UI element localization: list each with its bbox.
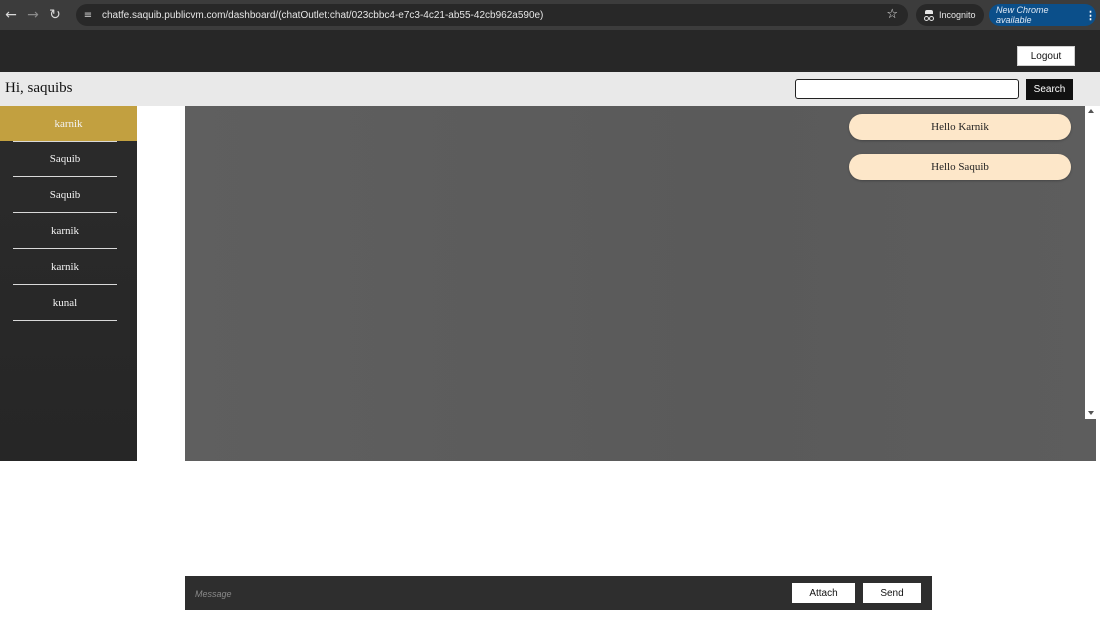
attach-button[interactable]: Attach: [792, 583, 855, 603]
incognito-badge[interactable]: Incognito: [916, 4, 984, 26]
logout-button[interactable]: Logout: [1017, 46, 1075, 66]
incognito-label: Incognito: [939, 10, 976, 20]
address-bar[interactable]: ≡ chatfe.saquib.publicvm.com/dashboard/(…: [76, 4, 908, 26]
chrome-update-button[interactable]: New Chrome available ⋮: [989, 4, 1096, 26]
contact-item-active[interactable]: karnik: [0, 106, 137, 141]
reload-icon[interactable]: ↻: [44, 4, 66, 26]
star-icon[interactable]: ☆: [886, 7, 898, 22]
contact-item[interactable]: Saquib: [13, 142, 117, 177]
contact-item[interactable]: kunal: [13, 286, 117, 321]
message-bubble: Hello Karnik: [849, 114, 1071, 140]
back-arrow-icon[interactable]: ←: [0, 4, 22, 26]
message-composer: Attach Send: [185, 576, 932, 610]
incognito-icon: [924, 10, 934, 21]
message-input[interactable]: [193, 583, 577, 605]
message-bubble: Hello Saquib: [849, 154, 1071, 180]
scroll-down-icon[interactable]: [1088, 411, 1094, 415]
search-input[interactable]: [795, 79, 1019, 99]
chat-panel: Hello Karnik Hello Saquib: [185, 106, 1096, 461]
contact-item[interactable]: karnik: [13, 214, 117, 249]
update-label: New Chrome available: [996, 5, 1049, 25]
greeting-bar: Hi, saquibs Search: [0, 72, 1100, 106]
browser-toolbar: ← → ↻ ≡ chatfe.saquib.publicvm.com/dashb…: [0, 0, 1100, 30]
forward-arrow-icon[interactable]: →: [22, 4, 44, 26]
chat-scrollbar[interactable]: [1085, 106, 1096, 419]
app-header: Logout: [0, 30, 1100, 72]
contact-item[interactable]: karnik: [13, 250, 117, 285]
contacts-sidebar: karnik Saquib Saquib karnik karnik kunal: [0, 106, 137, 461]
contact-item[interactable]: Saquib: [13, 178, 117, 213]
search-button[interactable]: Search: [1026, 79, 1073, 100]
send-button[interactable]: Send: [863, 583, 921, 603]
kebab-menu-icon[interactable]: ⋮: [1085, 9, 1096, 22]
scroll-up-icon[interactable]: [1088, 109, 1094, 113]
site-settings-icon[interactable]: ≡: [82, 10, 94, 21]
greeting-text: Hi, saquibs: [5, 80, 73, 96]
url-text[interactable]: chatfe.saquib.publicvm.com/dashboard/(ch…: [102, 10, 543, 21]
